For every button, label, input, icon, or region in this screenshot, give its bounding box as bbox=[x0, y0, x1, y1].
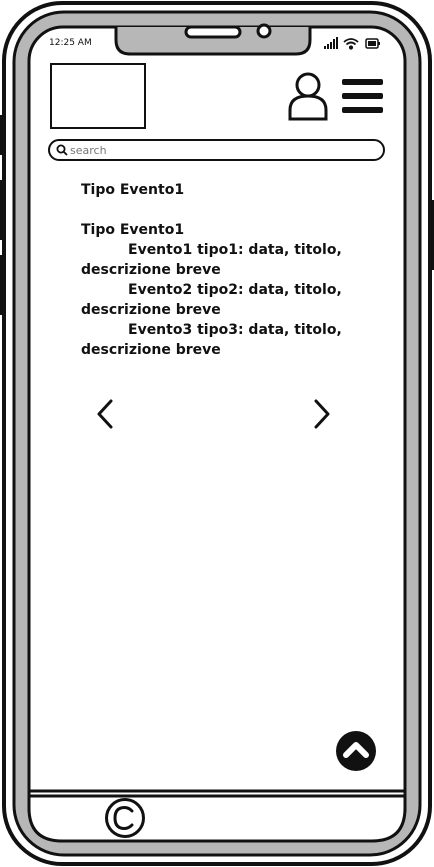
event-title: Evento2 tipo2: data, titolo, bbox=[128, 282, 342, 298]
event-list: Tipo Evento1 Tipo Evento1 Evento1 tipo1:… bbox=[81, 180, 361, 360]
user-icon[interactable] bbox=[287, 72, 329, 122]
search-input[interactable] bbox=[70, 142, 370, 158]
copyright-icon bbox=[105, 798, 145, 838]
event-description: descrizione breve bbox=[81, 302, 221, 318]
scroll-to-top-button[interactable] bbox=[335, 730, 377, 772]
status-icons bbox=[324, 37, 380, 50]
hamburger-menu-icon[interactable] bbox=[342, 78, 384, 114]
event-type-heading: Tipo Evento1 bbox=[81, 222, 185, 238]
event-title: Evento3 tipo3: data, titolo, bbox=[128, 322, 342, 338]
search-icon bbox=[56, 144, 68, 156]
wifi-icon bbox=[343, 38, 359, 50]
chevron-right-icon[interactable] bbox=[311, 398, 333, 430]
event-description: descrizione breve bbox=[81, 342, 221, 358]
battery-icon bbox=[365, 38, 380, 49]
event-type-heading: Tipo Evento1 bbox=[81, 182, 185, 198]
list-item[interactable]: Evento3 tipo3: data, titolo, descrizione… bbox=[81, 320, 361, 360]
event-description: descrizione breve bbox=[81, 262, 221, 278]
logo-placeholder bbox=[50, 63, 146, 129]
chevron-left-icon[interactable] bbox=[94, 398, 116, 430]
list-item[interactable]: Evento2 tipo2: data, titolo, descrizione… bbox=[81, 280, 361, 320]
event-title: Evento1 tipo1: data, titolo, bbox=[128, 242, 342, 258]
signal-icon bbox=[324, 37, 338, 49]
status-time: 12:25 AM bbox=[49, 38, 92, 48]
list-item[interactable]: Evento1 tipo1: data, titolo, descrizione… bbox=[81, 240, 361, 280]
search-bar[interactable] bbox=[48, 139, 385, 161]
